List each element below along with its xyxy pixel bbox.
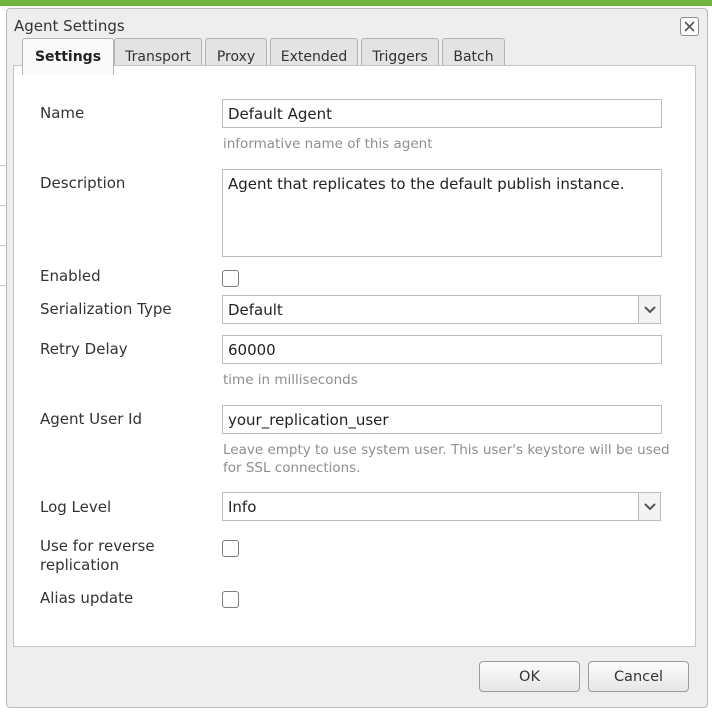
chevron-down-icon xyxy=(644,503,655,510)
tab-label: Transport xyxy=(125,48,191,65)
log-level-label: Log Level xyxy=(40,498,112,516)
agent-user-id-input[interactable]: your_replication_user xyxy=(222,405,662,434)
dropdown-arrow[interactable] xyxy=(638,493,660,520)
serialization-type-select[interactable]: Default xyxy=(222,295,661,324)
close-icon xyxy=(684,21,695,32)
retry-delay-label: Retry Delay xyxy=(40,340,128,358)
dropdown-arrow[interactable] xyxy=(638,296,660,323)
name-input[interactable]: Default Agent xyxy=(222,99,662,128)
agent-user-id-hint-line2: for SSL connections. xyxy=(223,460,361,476)
tab-label: Proxy xyxy=(216,48,256,65)
serialization-type-value: Default xyxy=(228,301,283,319)
tab-label: Extended xyxy=(280,48,348,65)
reverse-replication-label-line1: Use for reverse xyxy=(40,537,155,555)
alias-update-label: Alias update xyxy=(40,589,134,607)
retry-delay-input[interactable]: 60000 xyxy=(222,335,662,364)
enabled-label: Enabled xyxy=(40,267,101,285)
log-level-select[interactable]: Info xyxy=(222,492,661,521)
tab-settings[interactable]: Settings xyxy=(22,38,114,75)
enabled-checkbox[interactable] xyxy=(222,270,239,287)
dialog-title: Agent Settings xyxy=(14,17,125,35)
page: Agent Settings Settings Transport Proxy … xyxy=(0,0,712,712)
reverse-replication-label-line2: replication xyxy=(40,556,120,574)
cancel-button[interactable]: Cancel xyxy=(588,661,689,692)
ok-button[interactable]: OK xyxy=(479,661,580,692)
close-button[interactable] xyxy=(680,17,699,36)
description-textarea[interactable]: Agent that replicates to the default pub… xyxy=(222,169,662,257)
log-level-value: Info xyxy=(228,498,257,516)
agent-user-id-label: Agent User Id xyxy=(40,410,143,428)
serialization-type-label: Serialization Type xyxy=(40,300,172,318)
reverse-replication-checkbox[interactable] xyxy=(222,540,239,557)
description-label: Description xyxy=(40,174,126,192)
name-label: Name xyxy=(40,104,85,122)
tab-label: Triggers xyxy=(372,48,428,65)
chevron-down-icon xyxy=(644,306,655,313)
agent-user-id-hint-line1: Leave empty to use system user. This use… xyxy=(223,442,670,458)
retry-delay-hint: time in milliseconds xyxy=(223,372,358,388)
name-hint: informative name of this agent xyxy=(223,136,433,152)
tab-label: Batch xyxy=(453,48,494,65)
alias-update-checkbox[interactable] xyxy=(222,591,239,608)
app-header-bar xyxy=(0,0,712,6)
tab-label: Settings xyxy=(34,49,102,65)
